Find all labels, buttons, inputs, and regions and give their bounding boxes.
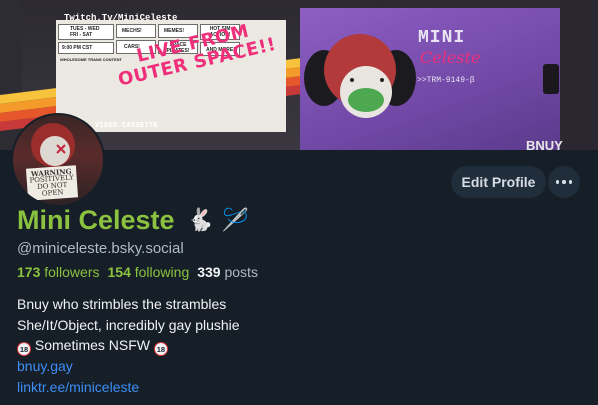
avatar[interactable]: WARNING POSITIVELY DO NOT OPEN [11, 113, 105, 207]
display-name: Mini Celeste [17, 205, 175, 235]
label-time: 9:00 PM CST [62, 45, 93, 51]
bio-line-1: Bnuy who strimbles the strambles [17, 296, 227, 312]
avatar-image: WARNING POSITIVELY DO NOT OPEN [13, 115, 103, 205]
posts-count: 339 [197, 264, 221, 280]
label-mechs: MECHS! [122, 28, 142, 34]
bio-line-3: 18 Sometimes NSFW 18 [17, 335, 240, 356]
bio-link-linktree[interactable]: linktr.ee/miniceleste [17, 377, 240, 398]
character-art [304, 34, 416, 118]
celeste-logo: Celeste [420, 48, 481, 67]
logo-code: >>TRM-9149-β [417, 76, 475, 85]
profile-header: Mini Celeste 🐇 🪡 [17, 205, 249, 236]
warning-sign: WARNING POSITIVELY DO NOT OPEN [25, 165, 79, 201]
bio-link-bnuy[interactable]: bnuy.gay [17, 356, 240, 377]
profile-stats: 173 followers 154 following 339 posts [17, 264, 266, 280]
banner-edge-right [560, 0, 598, 150]
following-label: following [134, 264, 190, 280]
posts-stat: 339 posts [197, 264, 258, 280]
age-18-icon: 18 [153, 342, 168, 356]
profile-handle: @miniceleste.bsky.social [17, 240, 184, 257]
following-link[interactable]: 154 following [108, 264, 190, 280]
video-cassette-text: VIDEO CASSETTE [95, 122, 159, 130]
bnuy-mark: BNUY [526, 138, 563, 150]
edit-profile-button[interactable]: Edit Profile [451, 166, 546, 198]
tape-window [543, 64, 559, 94]
followers-label: followers [44, 264, 100, 280]
profile-bio: Bnuy who strimbles the strambles She/It/… [17, 294, 240, 397]
followers-link[interactable]: 173 followers [17, 264, 100, 280]
bio-line-3-text: Sometimes NSFW [31, 337, 154, 353]
following-count: 154 [107, 264, 131, 280]
name-emoji: 🐇 🪡 [186, 208, 249, 233]
posts-label: posts [224, 264, 258, 280]
more-options-button[interactable] [548, 166, 580, 198]
followers-count: 173 [17, 264, 41, 280]
age-18-icon: 18 [17, 342, 31, 356]
mini-logo: MINI [418, 28, 466, 48]
label-days2: FRI - SAT [70, 32, 93, 38]
ellipsis-icon [555, 180, 560, 184]
bio-line-2: She/It/Object, incredibly gay plushie [17, 316, 240, 333]
label-memes: MEMES! [164, 28, 184, 34]
